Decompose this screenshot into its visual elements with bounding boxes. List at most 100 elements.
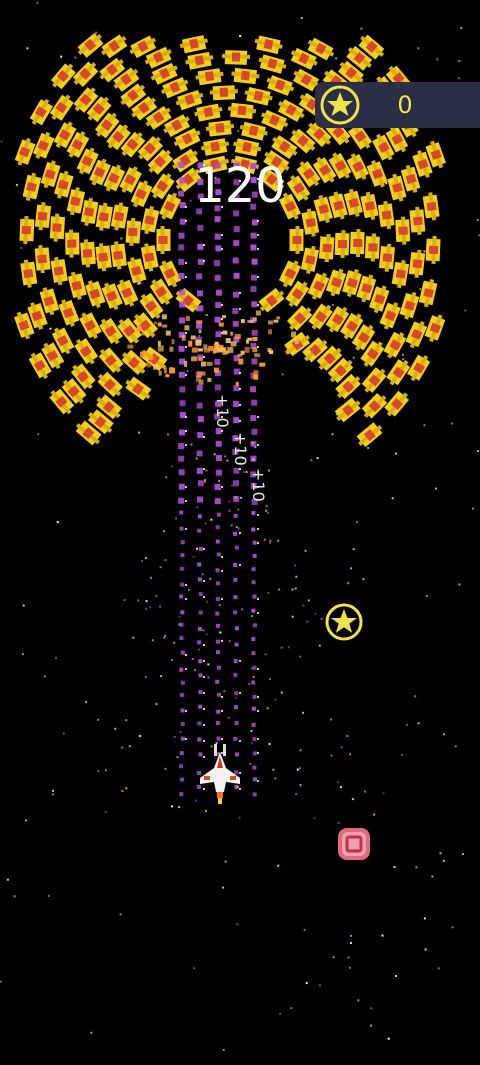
background-star	[414, 695, 417, 698]
background-star	[419, 288, 422, 291]
explosion-spark	[190, 335, 196, 340]
background-star	[436, 58, 439, 61]
bullet-glint	[221, 318, 223, 320]
debris-particle	[313, 816, 316, 819]
enemy-bug	[239, 121, 268, 141]
enemy-core	[368, 243, 378, 252]
enemy-core	[428, 245, 439, 255]
bullet-glint	[239, 564, 241, 566]
player-bullet	[179, 289, 186, 296]
debris-particle	[209, 577, 212, 580]
debris-particle	[205, 809, 207, 812]
enemy-bug	[50, 63, 76, 90]
game-screen[interactable]: 120 0 +10 +10 +10	[0, 0, 480, 1065]
explosion-spark	[222, 330, 228, 335]
enemy-core	[83, 207, 95, 217]
player-bullet	[232, 480, 239, 487]
enemy-bug	[356, 422, 383, 448]
player-bullet	[233, 562, 238, 567]
background-star	[13, 895, 16, 898]
debris-particle	[173, 641, 176, 644]
player-bullet	[215, 650, 220, 655]
debris-particle	[121, 746, 124, 749]
enemy-bug	[97, 371, 123, 397]
debris-particle	[201, 573, 204, 576]
background-star	[303, 928, 306, 931]
bullet-glint	[239, 308, 241, 310]
background-star	[332, 956, 335, 959]
player-bullet	[250, 244, 257, 251]
player-bullet	[252, 777, 257, 782]
explosion-spark	[247, 337, 253, 341]
explosion-spark	[127, 344, 134, 349]
debris-particle	[330, 754, 333, 757]
player-spaceship[interactable]	[196, 742, 244, 810]
player-bullet	[179, 429, 186, 436]
explosion-spark	[222, 315, 226, 319]
background-star	[423, 917, 426, 920]
debris-particle	[155, 703, 158, 706]
bullet-glint	[221, 556, 223, 558]
background-star	[37, 433, 40, 436]
player-bullet	[233, 226, 240, 233]
player-bullet	[215, 469, 222, 476]
bullet-glint	[203, 676, 205, 678]
background-star	[0, 980, 2, 983]
background-star	[318, 984, 321, 987]
background-star	[272, 768, 275, 771]
explosion-spark	[259, 362, 266, 367]
debris-particle	[164, 634, 167, 637]
debris-particle	[176, 756, 179, 759]
background-star	[159, 566, 162, 569]
background-star	[417, 722, 420, 725]
explosion-spark	[184, 325, 190, 331]
debris-particle	[204, 522, 207, 525]
enemy-core	[412, 259, 423, 269]
background-star	[458, 60, 461, 63]
debris-particle	[274, 777, 277, 780]
bullet-glint	[257, 612, 259, 614]
enemy-bug	[80, 239, 96, 268]
player-bullet	[197, 258, 204, 265]
debris-particle	[149, 606, 152, 609]
enemy-core	[231, 52, 241, 62]
player-bullet	[215, 245, 222, 252]
player-bullet	[178, 455, 185, 462]
player-bullet	[250, 386, 257, 393]
enemy-bug	[383, 331, 407, 359]
enemy-core	[53, 266, 64, 276]
bullet-glint	[257, 528, 259, 530]
player-bullet	[252, 594, 257, 599]
bullet-glint	[257, 668, 259, 670]
debris-particle	[237, 527, 240, 530]
player-bullet	[251, 608, 256, 613]
player-bullet	[233, 240, 240, 247]
player-bullet	[197, 305, 204, 312]
bullet-glint	[221, 248, 223, 250]
background-star	[26, 47, 29, 50]
background-star	[205, 314, 208, 316]
player-bullet	[251, 651, 256, 656]
debris-particle	[266, 707, 269, 710]
bullet-glint	[239, 532, 241, 534]
debris-particle	[264, 653, 267, 656]
bullet-glint	[239, 660, 241, 662]
player-bullet	[197, 577, 202, 582]
player-bullet	[250, 415, 257, 422]
background-star	[417, 47, 420, 50]
debris-particle	[187, 588, 190, 591]
background-star	[387, 1037, 390, 1040]
explosion-spark	[136, 325, 142, 332]
bullet-glint	[185, 346, 187, 348]
background-star	[458, 583, 461, 586]
background-star	[340, 786, 342, 789]
enemy-core	[219, 87, 229, 97]
debris-particle	[240, 496, 243, 499]
bullet-glint	[221, 710, 223, 712]
explosion-spark	[294, 339, 299, 345]
background-star	[167, 433, 170, 436]
star-coin-icon	[320, 85, 360, 125]
player-bullet	[197, 496, 204, 503]
player-bullet	[178, 244, 185, 251]
debris-particle	[144, 675, 147, 678]
